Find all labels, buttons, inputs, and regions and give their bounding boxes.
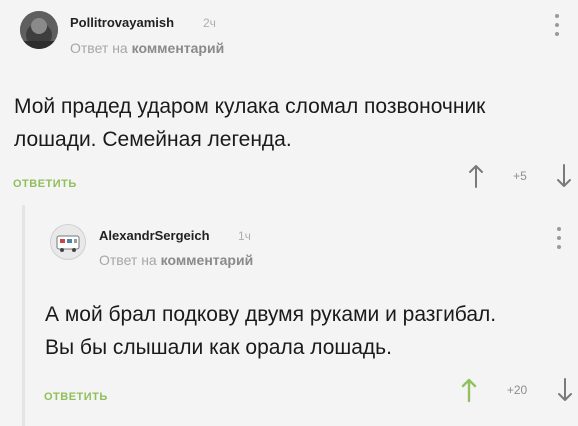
arrow-down-icon[interactable] (550, 162, 578, 190)
comment-text-line: Мой прадед ударом кулака сломал позвоноч… (14, 95, 486, 118)
more-vertical-icon[interactable] (555, 14, 561, 36)
reply-button[interactable]: ОТВЕТИТЬ (13, 178, 77, 190)
comment-text-line: А мой брал подкову двумя руками и разгиб… (45, 303, 497, 326)
comment-text: Мой прадед ударом кулака сломал позвоноч… (14, 90, 574, 156)
reply-prefix: Ответ на (70, 40, 128, 56)
comment-reply: AlexandrSergeich 1ч Ответ на комментарий… (0, 205, 578, 426)
arrow-up-icon[interactable] (455, 376, 483, 404)
avatar[interactable] (20, 11, 58, 49)
vote-score: +5 (513, 169, 527, 183)
comment-text: А мой брал подкову двумя руками и разгиб… (45, 298, 575, 364)
arrow-up-icon[interactable] (462, 162, 490, 190)
comment-time: 2ч (203, 16, 216, 30)
vote-score: +20 (506, 383, 528, 397)
avatar[interactable] (50, 224, 86, 260)
reply-target-link[interactable]: комментарий (132, 40, 225, 56)
author-name[interactable]: AlexandrSergeich (99, 228, 210, 243)
reply-target-link[interactable]: комментарий (161, 252, 254, 268)
author-name[interactable]: Pollitrovayamish (70, 15, 174, 30)
comment-text-line: лошади. Семейная легенда. (14, 128, 292, 151)
comment-text-line: Вы бы слышали как орала лошадь. (45, 336, 392, 359)
arrow-down-icon[interactable] (551, 376, 578, 404)
more-vertical-icon[interactable] (557, 227, 563, 249)
reply-button[interactable]: ОТВЕТИТЬ (44, 391, 108, 403)
comment: Pollitrovayamish 2ч Ответ на комментарий… (0, 0, 578, 205)
reply-to-line: Ответ на комментарий (70, 40, 224, 56)
comment-time: 1ч (238, 229, 251, 243)
vote-controls: +20 (455, 376, 578, 404)
reply-to-line: Ответ на комментарий (99, 252, 253, 268)
vote-controls: +5 (462, 162, 578, 190)
reply-prefix: Ответ на (99, 252, 157, 268)
